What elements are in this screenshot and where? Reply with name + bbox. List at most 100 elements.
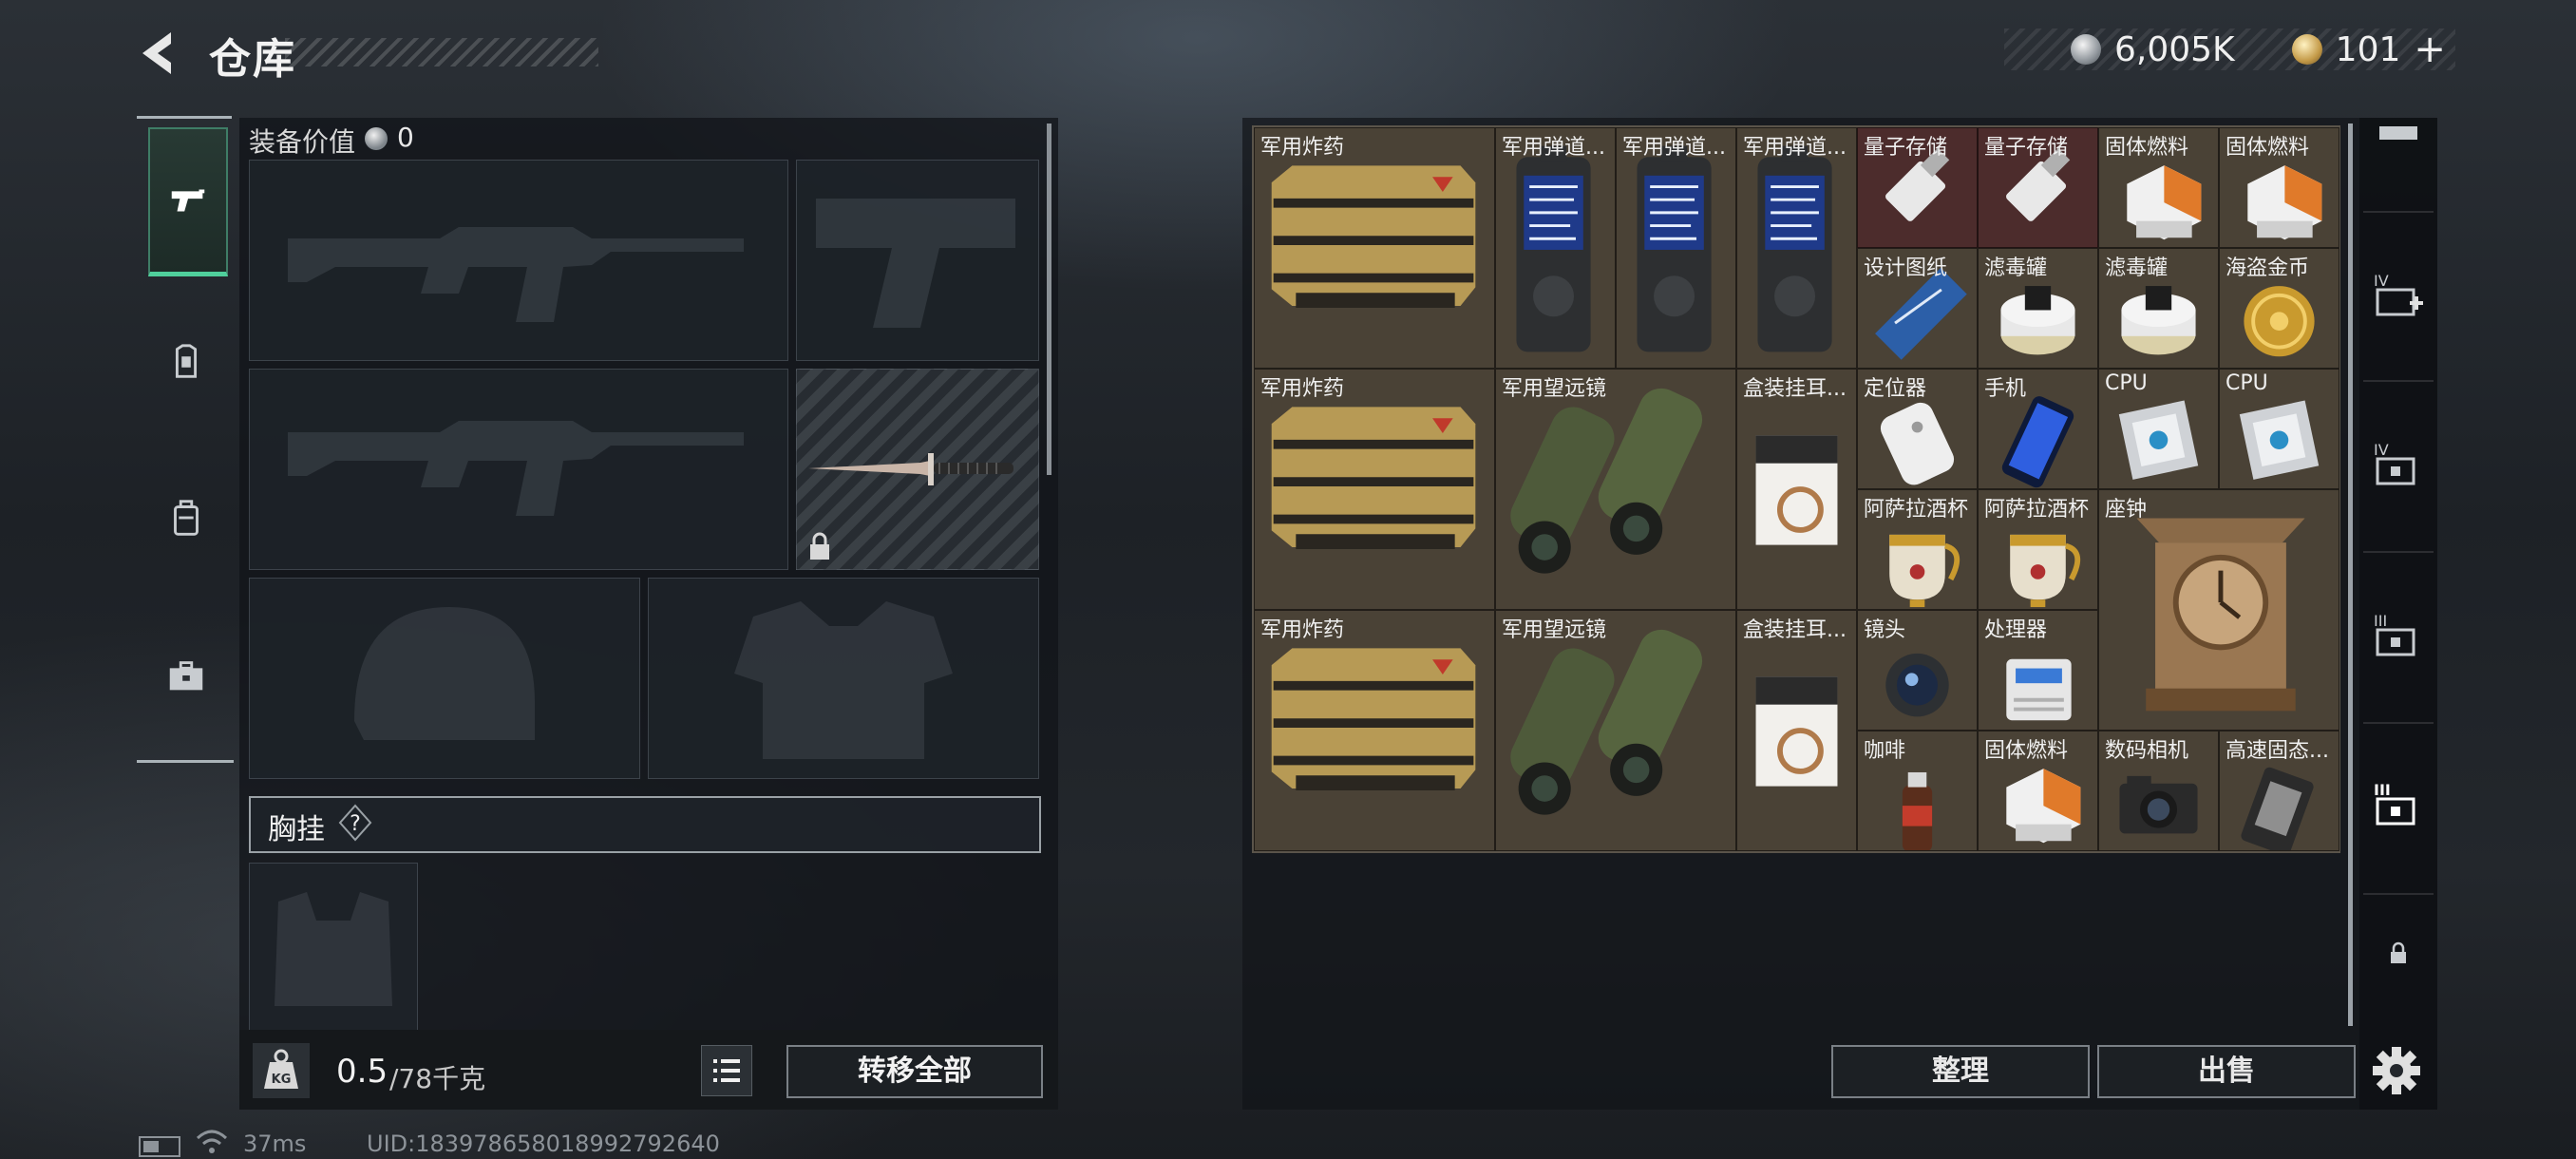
sort-button[interactable]: 整理 — [1831, 1045, 2090, 1098]
storage-item-label: 定位器 — [1864, 377, 1927, 401]
storage-item[interactable]: 定位器 — [1857, 369, 1978, 489]
current-weight: 0.5 — [336, 1053, 388, 1091]
svg-text:IV: IV — [2374, 441, 2389, 459]
storage-item-label: 滤毒罐 — [2105, 256, 2169, 280]
storage-item-label: 阿萨拉酒杯 — [1984, 498, 2090, 522]
list-icon — [713, 1059, 740, 1082]
gear-icon — [2373, 1047, 2420, 1094]
tabs-divider-top — [137, 116, 232, 119]
storage-item[interactable]: 处理器 — [1978, 610, 2098, 731]
storage-item[interactable]: 座钟 — [2098, 489, 2339, 731]
rifle-silhouette-icon — [288, 227, 744, 322]
tab-backpack[interactable] — [148, 446, 224, 589]
ballistic-computer-icon — [1637, 145, 1712, 352]
container-tab-iv-plus[interactable]: IV — [2361, 258, 2435, 332]
equipment-value-label: 装备价值 — [249, 126, 356, 158]
help-icon[interactable]: ? — [336, 804, 374, 842]
storage-item[interactable]: 阿萨拉酒杯 — [1978, 489, 2098, 610]
ping-text: 37ms — [243, 1130, 307, 1157]
storage-item[interactable]: 量子存储 — [1857, 127, 1978, 248]
armor-silhouette-icon — [734, 601, 953, 759]
storage-item-label: 数码相机 — [2105, 739, 2189, 763]
storage-item[interactable]: 滤毒罐 — [2098, 248, 2219, 369]
svg-text:III: III — [2374, 612, 2387, 630]
storage-item[interactable]: 设计图纸 — [1857, 248, 1978, 369]
binoculars-icon — [1510, 629, 1703, 815]
svg-text:?: ? — [350, 812, 361, 836]
storage-item[interactable]: 军用望远镜 — [1495, 610, 1736, 851]
storage-item[interactable]: 咖啡 — [1857, 731, 1978, 851]
storage-item[interactable]: 数码相机 — [2098, 731, 2219, 851]
explosive-crate-icon — [1271, 648, 1476, 790]
primary-weapon-slot[interactable] — [249, 160, 788, 361]
melee-knife-slot[interactable] — [796, 369, 1039, 570]
armor-icon — [175, 344, 198, 378]
storage-item[interactable]: 军用炸药 — [1254, 369, 1495, 610]
gold-currency-value: 101 — [2335, 29, 2401, 69]
kg-weight-icon: KG — [253, 1043, 310, 1098]
page-title: 仓库 — [209, 35, 296, 84]
storage-item[interactable]: 固体燃料 — [2219, 127, 2339, 248]
lock-icon — [2391, 941, 2406, 963]
storage-item-label: 军用弹道... — [1743, 136, 1847, 160]
storage-item[interactable]: 军用炸药 — [1254, 610, 1495, 851]
storage-item[interactable]: 滤毒罐 — [1978, 248, 2098, 369]
list-view-button[interactable] — [701, 1045, 752, 1096]
tab-armor[interactable] — [148, 291, 224, 433]
container-tab-top[interactable] — [2361, 118, 2435, 156]
pistol-slot[interactable] — [796, 160, 1039, 361]
storage-item[interactable]: 军用望远镜 — [1495, 369, 1736, 610]
container-tab-iii-active[interactable]: III — [2361, 768, 2435, 842]
storage-item[interactable]: 军用弹道... — [1616, 127, 1736, 369]
storage-item[interactable]: 军用弹道... — [1495, 127, 1616, 369]
sell-button[interactable]: 出售 — [2097, 1045, 2356, 1098]
helmet-slot[interactable] — [249, 578, 640, 779]
chest-rig-silhouette-icon — [275, 892, 392, 1006]
storage-item[interactable]: 镜头 — [1857, 610, 1978, 731]
storage-item-label: 设计图纸 — [1864, 256, 1948, 280]
storage-item[interactable]: 固体燃料 — [1978, 731, 2098, 851]
storage-item[interactable]: 高速固态... — [2219, 731, 2339, 851]
storage-item[interactable]: 盒装挂耳... — [1736, 610, 1857, 851]
silver-currency-value: 6,005K — [2114, 29, 2235, 69]
storage-item[interactable]: 海盗金币 — [2219, 248, 2339, 369]
tab-weapons[interactable] — [148, 127, 228, 276]
chest-rig-label: 胸挂 — [268, 813, 325, 846]
equipment-scrollbar[interactable] — [1047, 124, 1051, 475]
storage-item-label: 量子存储 — [1864, 136, 1948, 160]
container-tab-iii[interactable]: III — [2361, 598, 2435, 673]
storage-item[interactable]: 量子存储 — [1978, 127, 2098, 248]
tab-briefcase[interactable] — [148, 604, 224, 747]
storage-item[interactable]: 军用弹道... — [1736, 127, 1857, 369]
coffee-box-icon — [1755, 676, 1838, 787]
storage-item-label: CPU — [2226, 371, 2268, 395]
storage-item[interactable]: 手机 — [1978, 369, 2098, 489]
storage-item-label: 军用望远镜 — [1502, 377, 1607, 401]
settings-button[interactable] — [2369, 1043, 2424, 1098]
gold-coin-icon — [2291, 34, 2322, 65]
helmet-silhouette-icon — [354, 607, 535, 740]
storage-item[interactable]: 盒装挂耳... — [1736, 369, 1857, 610]
add-currency-button[interactable]: + — [2414, 28, 2446, 71]
storage-item[interactable]: 军用炸药 — [1254, 127, 1495, 369]
wifi-icon — [196, 1130, 228, 1153]
storage-item-label: 阿萨拉酒杯 — [1864, 498, 1969, 522]
container-tab-iv[interactable]: IV — [2361, 428, 2435, 502]
storage-item[interactable]: CPU — [2098, 369, 2219, 489]
storage-item[interactable]: 固体燃料 — [2098, 127, 2219, 248]
storage-item-label: 军用炸药 — [1260, 618, 1345, 642]
back-button[interactable] — [133, 27, 186, 80]
equipment-coin-icon — [365, 127, 388, 150]
secondary-weapon-slot[interactable] — [249, 369, 788, 570]
storage-item[interactable]: CPU — [2219, 369, 2339, 489]
briefcase-icon — [169, 661, 203, 691]
container-tab-locked[interactable] — [2361, 916, 2435, 990]
storage-item-label: 军用望远镜 — [1502, 618, 1607, 642]
transfer-all-button[interactable]: 转移全部 — [786, 1045, 1043, 1098]
storage-item[interactable]: 阿萨拉酒杯 — [1857, 489, 1978, 610]
tabs-divider-bottom — [137, 760, 234, 763]
storage-item-label: CPU — [2105, 371, 2148, 395]
body-armor-slot[interactable] — [648, 578, 1039, 779]
storage-scrollbar[interactable] — [2348, 124, 2353, 1026]
chest-rig-slot[interactable] — [249, 863, 418, 1032]
